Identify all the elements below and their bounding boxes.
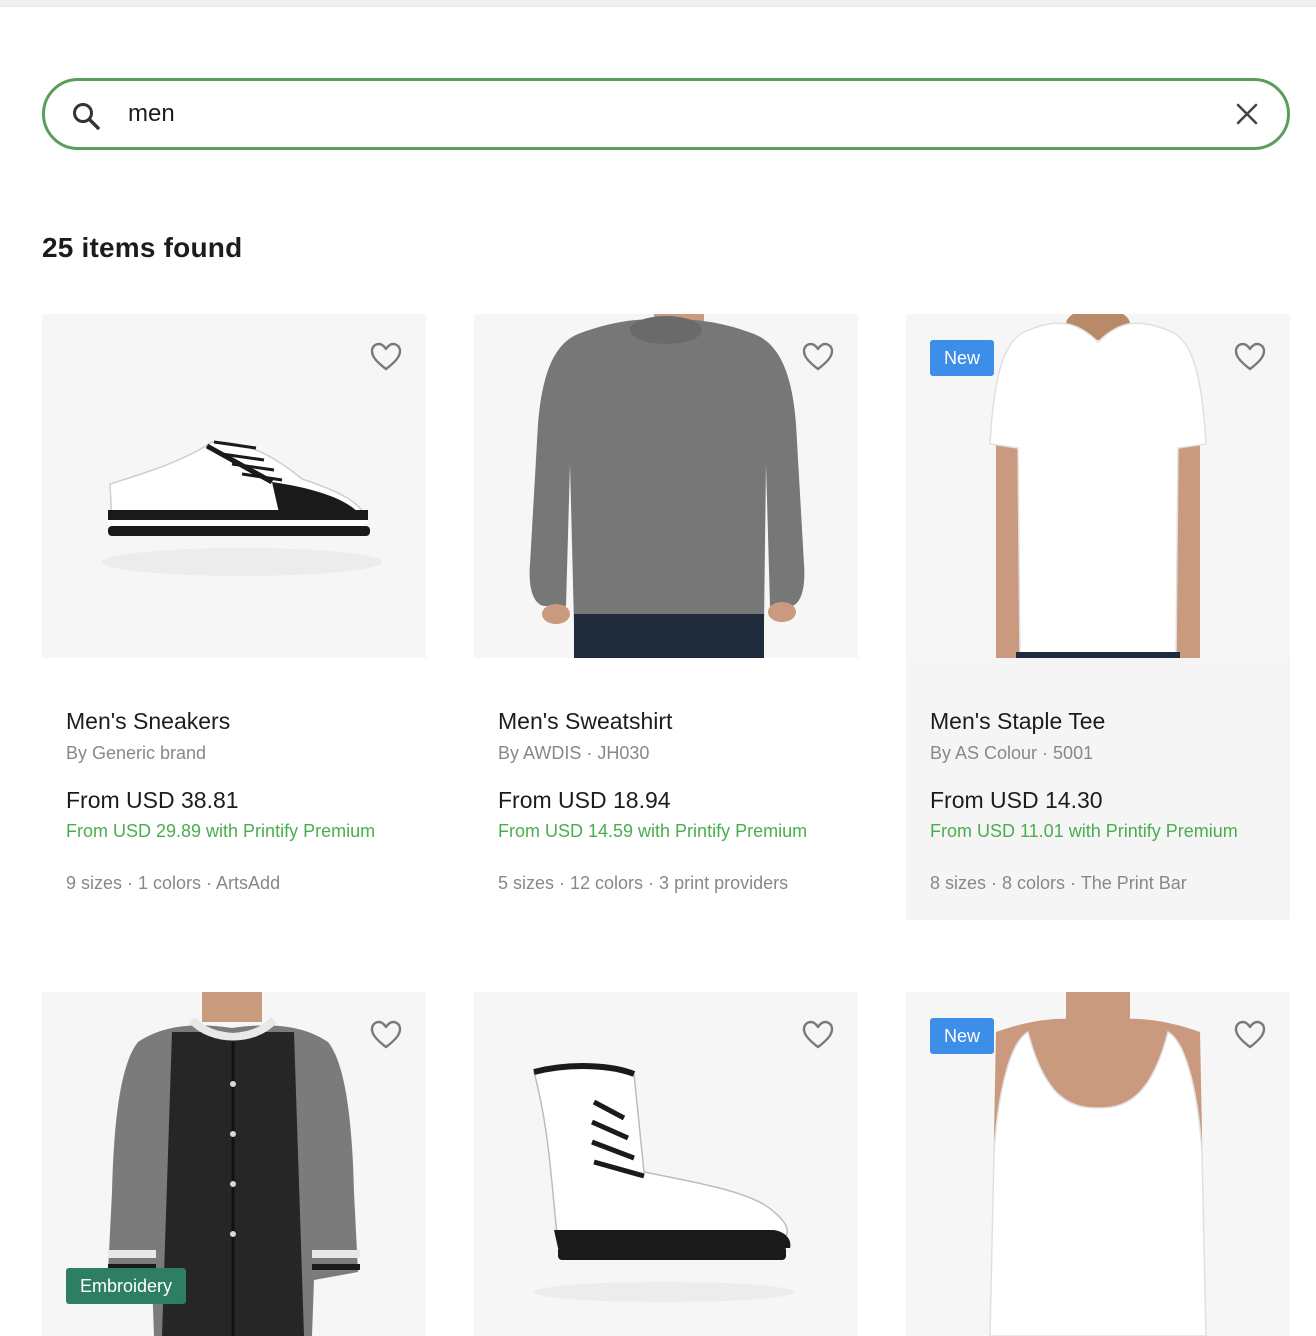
new-badge: New xyxy=(930,340,995,376)
top-bar xyxy=(0,0,1316,7)
sweatshirt-image xyxy=(529,314,805,658)
heart-icon[interactable] xyxy=(370,342,402,372)
results-count: 25 items found xyxy=(42,232,243,263)
heart-icon[interactable] xyxy=(370,1020,402,1050)
product-price: From USD 14.30 xyxy=(930,787,1103,813)
premium-price: From USD 14.59 with Printify Premium xyxy=(498,821,808,841)
product-name[interactable]: Men's Staple Tee xyxy=(930,708,1105,735)
search-input[interactable] xyxy=(128,95,1188,133)
product-image[interactable] xyxy=(474,314,858,658)
product-meta: 9 sizes · 1 colors · ArtsAdd xyxy=(66,873,281,893)
premium-price: From USD 29.89 with Printify Premium xyxy=(66,821,376,841)
product-brand: By AWDIS · JH030 xyxy=(498,743,650,763)
product-image[interactable]: New xyxy=(906,992,1290,1336)
new-badge: New xyxy=(930,1018,995,1054)
sneaker-image xyxy=(102,440,382,576)
heart-icon[interactable] xyxy=(802,1020,834,1050)
product-image[interactable] xyxy=(474,992,858,1336)
product-image[interactable] xyxy=(42,314,426,658)
product-brand: By AS Colour · 5001 xyxy=(930,743,1094,763)
premium-price: From USD 11.01 with Printify Premium xyxy=(930,821,1238,841)
close-icon[interactable] xyxy=(1235,102,1259,126)
product-meta: 8 sizes · 8 colors · The Print Bar xyxy=(930,873,1187,893)
search-icon[interactable] xyxy=(71,101,101,131)
product-name[interactable]: Men's Sweatshirt xyxy=(498,708,672,735)
product-price: From USD 18.94 xyxy=(498,787,671,813)
product-price: From USD 38.81 xyxy=(66,787,239,813)
search-bar[interactable] xyxy=(42,78,1290,150)
product-image[interactable]: Embroidery xyxy=(42,992,426,1336)
heart-icon[interactable] xyxy=(1234,1020,1266,1050)
boot-image xyxy=(533,1063,794,1302)
heart-icon[interactable] xyxy=(1234,342,1266,372)
product-name[interactable]: Men's Sneakers xyxy=(66,708,230,735)
product-image[interactable]: New xyxy=(906,314,1290,658)
product-card[interactable]: New Men's Staple Tee By AS Colour · 5001… xyxy=(906,314,1290,920)
product-meta: 5 sizes · 12 colors · 3 print providers xyxy=(498,873,789,893)
heart-icon[interactable] xyxy=(802,342,834,372)
product-brand: By Generic brand xyxy=(66,743,207,763)
embroidery-badge: Embroidery xyxy=(66,1268,187,1304)
